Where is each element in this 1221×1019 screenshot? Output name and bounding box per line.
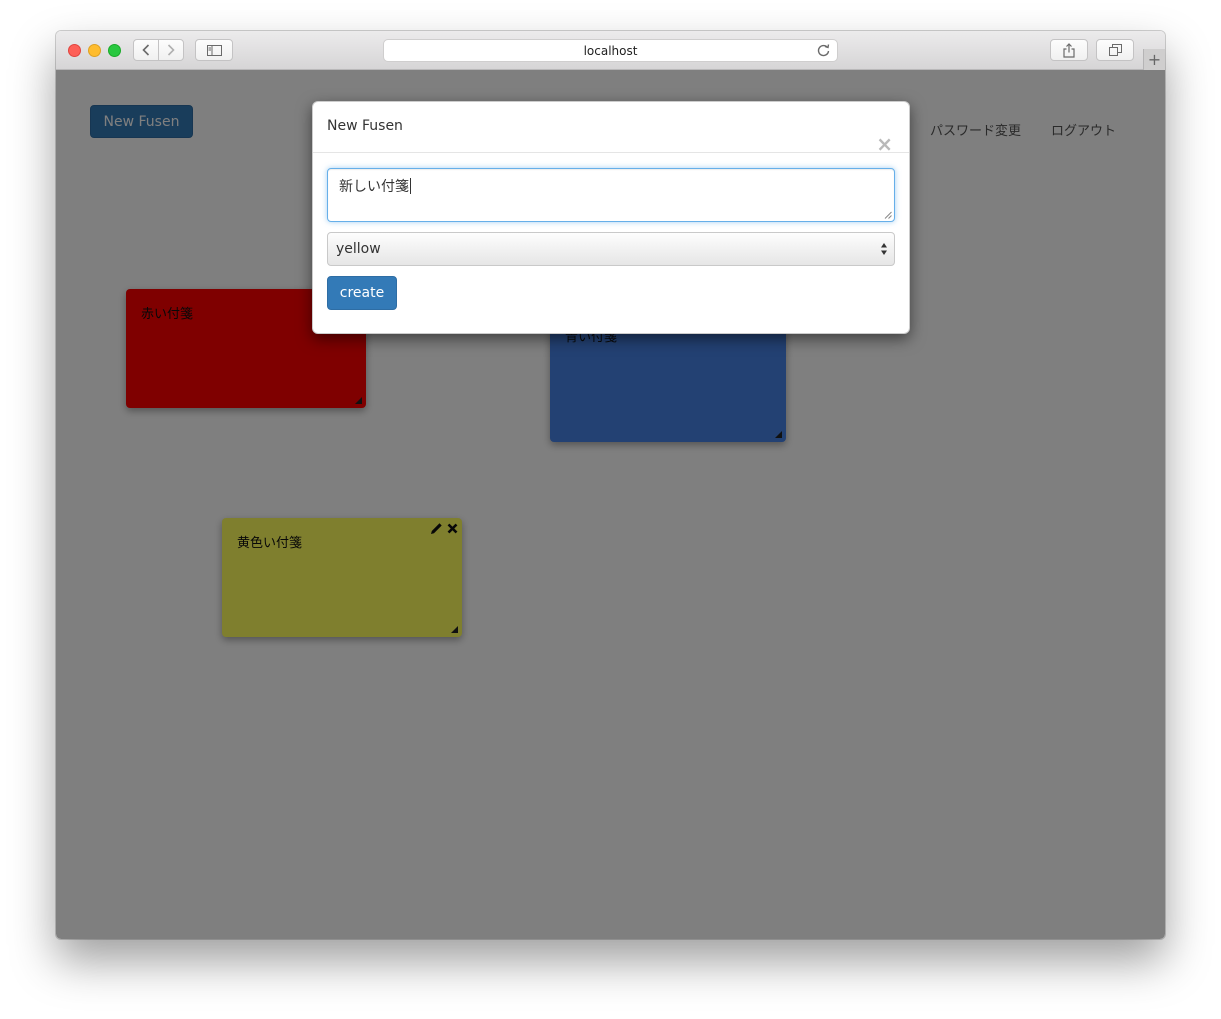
zoom-window-icon[interactable] xyxy=(108,44,121,57)
modal-header: New Fusen × xyxy=(313,102,909,154)
share-button[interactable] xyxy=(1050,39,1088,61)
close-window-icon[interactable] xyxy=(68,44,81,57)
color-select[interactable]: yellow xyxy=(327,232,895,266)
close-icon[interactable]: × xyxy=(876,134,893,154)
note-text-value: 新しい付箋 xyxy=(339,179,409,195)
history-nav xyxy=(133,39,185,61)
page-content: New Fusen パスワード変更 ログアウト 赤い付箋 青い付箋 黄色い付箋 … xyxy=(56,70,1165,939)
reload-icon[interactable] xyxy=(816,43,831,58)
tabs-icon xyxy=(1108,44,1122,56)
create-button[interactable]: create xyxy=(327,276,397,310)
note-text-input[interactable]: 新しい付箋 xyxy=(327,168,895,222)
address-text: localhost xyxy=(583,43,638,58)
forward-button[interactable] xyxy=(158,39,184,61)
text-caret xyxy=(410,178,411,194)
resize-grip-icon[interactable] xyxy=(883,210,892,219)
modal-title: New Fusen xyxy=(327,118,403,134)
color-select-value: yellow xyxy=(336,241,381,257)
chevron-left-icon xyxy=(142,44,150,56)
chevron-right-icon xyxy=(167,44,175,56)
sidebar-toggle-button[interactable] xyxy=(195,39,233,61)
share-icon xyxy=(1063,42,1075,58)
new-tab-button[interactable]: + xyxy=(1143,49,1165,70)
browser-toolbar: localhost + xyxy=(56,31,1165,70)
plus-icon: + xyxy=(1147,50,1162,69)
minimize-window-icon[interactable] xyxy=(88,44,101,57)
select-arrows-icon xyxy=(881,243,887,255)
back-button[interactable] xyxy=(133,39,159,61)
tabs-overview-button[interactable] xyxy=(1096,39,1134,61)
address-bar[interactable]: localhost xyxy=(383,39,838,62)
browser-window: localhost + New Fusen パスワード変更 ログアウト 赤い付箋… xyxy=(56,31,1165,939)
new-fusen-modal: New Fusen × 新しい付箋 yellow create xyxy=(312,101,910,334)
sidebar-icon xyxy=(206,44,222,56)
